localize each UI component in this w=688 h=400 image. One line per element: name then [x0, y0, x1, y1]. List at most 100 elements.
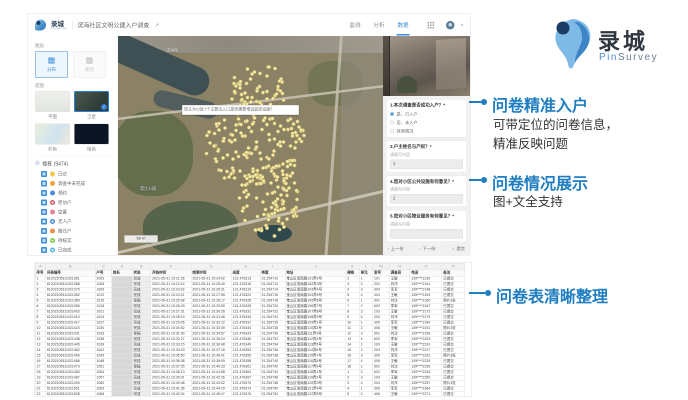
legend-item-无人户[interactable]: ▦无人户 [35, 217, 118, 227]
map-marker[interactable] [230, 97, 234, 101]
map-marker[interactable] [223, 118, 227, 122]
map-marker[interactable] [251, 169, 255, 173]
map-marker[interactable] [249, 100, 253, 104]
map-marker[interactable] [290, 171, 294, 175]
map-marker[interactable] [271, 153, 275, 157]
map-marker[interactable] [250, 129, 254, 133]
table-cell[interactable]: 5 [346, 392, 359, 396]
layer-button-热力[interactable]: ▦热力 [73, 51, 106, 78]
map-marker[interactable] [213, 131, 217, 135]
map-marker[interactable] [233, 75, 237, 79]
map-marker[interactable] [265, 123, 269, 127]
map-marker[interactable] [280, 91, 284, 95]
map-marker[interactable] [259, 157, 263, 161]
table-cell[interactable]: 杨军 [112, 392, 133, 396]
map-marker[interactable] [261, 175, 265, 179]
map-marker[interactable] [237, 117, 241, 121]
map-marker[interactable] [276, 84, 280, 88]
map-marker[interactable] [244, 195, 248, 199]
map-marker[interactable] [229, 140, 233, 144]
map-marker[interactable] [280, 222, 284, 226]
map-marker[interactable] [258, 72, 262, 76]
map-marker[interactable] [273, 122, 277, 126]
map-marker[interactable] [231, 157, 235, 161]
map-marker[interactable] [204, 151, 208, 155]
map-marker[interactable] [276, 185, 280, 189]
basemap-彩色[interactable]: 彩色 [35, 124, 70, 153]
table-cell[interactable]: 宝山区淞南路122弄5号 [285, 392, 346, 396]
map-marker[interactable] [221, 156, 225, 160]
panel-button-上一份[interactable]: ‹上一份 [388, 246, 404, 252]
map-marker[interactable] [286, 118, 290, 122]
map-marker[interactable] [223, 176, 227, 180]
map-marker[interactable] [269, 181, 273, 185]
legend-header[interactable]: ◎ 楼栋 (9474) [35, 160, 118, 168]
map-marker[interactable] [282, 98, 286, 102]
legend-item-空置[interactable]: ▦空置 [35, 207, 118, 217]
map-marker[interactable] [247, 146, 251, 150]
legend-item-待核实[interactable]: ▦待核实 [35, 236, 118, 246]
map-marker[interactable] [214, 122, 218, 126]
map-marker[interactable] [282, 140, 286, 144]
map-marker[interactable] [254, 196, 258, 200]
map-marker[interactable] [243, 91, 247, 95]
map-marker[interactable] [302, 133, 306, 137]
photo-thumbnail[interactable] [383, 36, 389, 96]
table-cell[interactable]: 2 [359, 392, 372, 396]
map-marker[interactable] [270, 191, 274, 195]
map-marker[interactable] [240, 134, 244, 138]
map-marker[interactable] [216, 149, 220, 153]
external-link-icon[interactable]: ↗ [154, 22, 159, 29]
apps-grid-icon[interactable] [427, 22, 434, 29]
map-marker[interactable] [265, 89, 269, 93]
map-marker[interactable] [261, 118, 265, 122]
layer-button-分布[interactable]: ▦分布 [35, 51, 68, 78]
map-marker[interactable] [275, 175, 279, 179]
map-marker[interactable] [275, 92, 279, 96]
map-marker[interactable] [245, 177, 249, 181]
map-marker[interactable] [258, 151, 262, 155]
map-marker[interactable] [265, 97, 269, 101]
map-marker[interactable] [205, 133, 209, 137]
table-cell[interactable]: 31.254752 [260, 392, 285, 396]
map-marker[interactable] [250, 152, 254, 156]
map-marker[interactable] [249, 77, 253, 81]
map-marker[interactable] [282, 200, 286, 204]
map-marker[interactable] [253, 70, 257, 74]
map-marker[interactable] [294, 188, 298, 192]
map-marker[interactable] [276, 209, 280, 213]
map-marker[interactable] [295, 120, 299, 124]
map-marker[interactable] [276, 129, 280, 133]
table-cell[interactable]: 王敏 [389, 392, 410, 396]
map-marker[interactable] [234, 129, 238, 133]
map-marker[interactable] [295, 198, 299, 202]
radio-icon[interactable] [390, 112, 394, 116]
map-marker[interactable] [248, 179, 252, 183]
table-cell[interactable]: 完成 [132, 392, 151, 396]
map-marker[interactable] [284, 181, 288, 185]
map-marker[interactable] [238, 86, 242, 90]
tab-数据[interactable]: 数据 [396, 15, 409, 36]
map-marker[interactable] [237, 196, 241, 200]
map-marker[interactable] [244, 183, 248, 187]
survey-photo[interactable] [390, 36, 470, 96]
map-marker[interactable] [226, 153, 230, 157]
map-marker[interactable] [273, 137, 277, 141]
map-marker[interactable] [278, 144, 282, 148]
map-marker[interactable] [279, 193, 283, 197]
map-marker[interactable] [267, 157, 271, 161]
map-marker[interactable] [261, 200, 265, 204]
map-marker[interactable] [239, 79, 243, 83]
chevron-down-icon[interactable]: ▾ [461, 23, 463, 28]
map-marker[interactable] [261, 91, 265, 95]
map-marker[interactable] [290, 127, 294, 131]
table-cell[interactable]: 1066 [95, 392, 112, 396]
map-marker[interactable] [290, 134, 294, 138]
panel-button-提交[interactable]: ✓提交 [452, 246, 465, 252]
map-marker[interactable] [259, 181, 263, 185]
panel-button-下一份[interactable]: ›下一份 [420, 246, 436, 252]
map-marker[interactable] [288, 144, 292, 148]
map-marker[interactable] [245, 81, 249, 85]
table-cell[interactable]: 2021-05-31 10:42:24 [151, 392, 191, 396]
map-marker[interactable] [266, 164, 270, 168]
